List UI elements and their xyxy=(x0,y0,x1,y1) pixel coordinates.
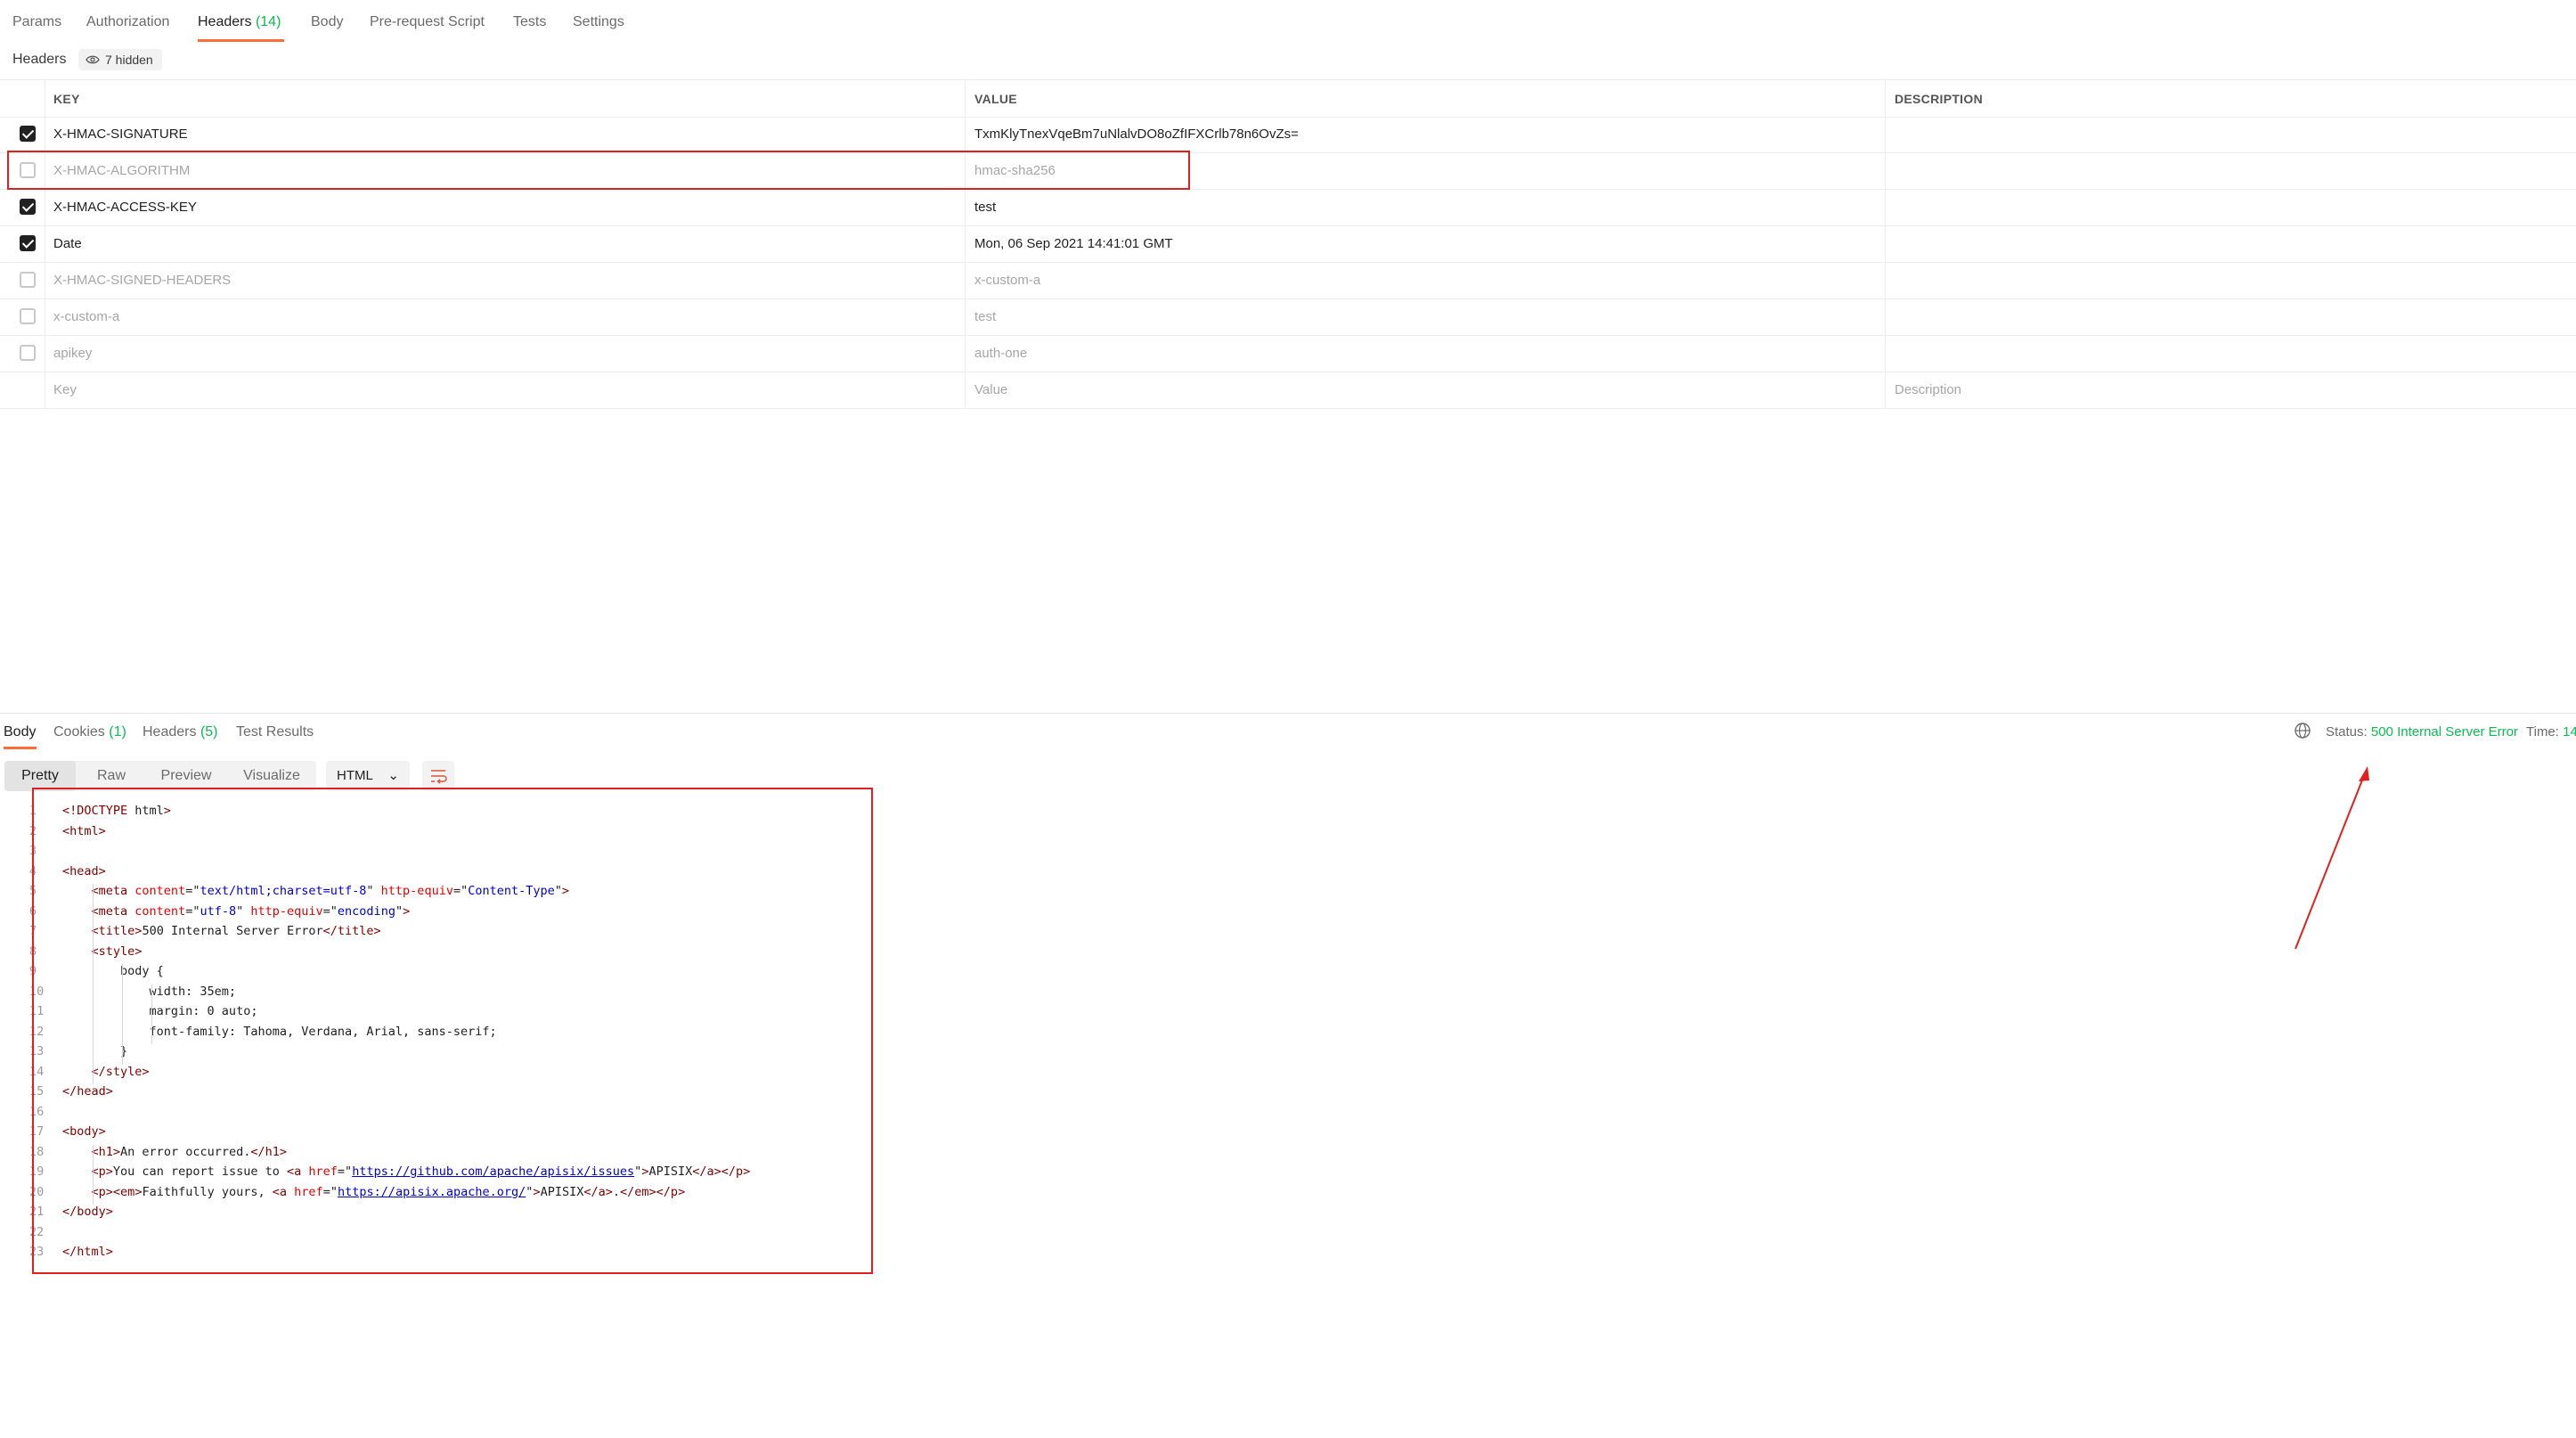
view-mode-preview[interactable]: Preview xyxy=(147,761,225,791)
header-value-cell[interactable]: x-custom-a xyxy=(974,273,1040,288)
tab-label: Pre-request Script xyxy=(370,14,485,29)
header-key-cell[interactable]: X-HMAC-SIGNED-HEADERS xyxy=(53,273,231,288)
headers-section-label: Headers xyxy=(12,52,67,67)
header-value-cell[interactable]: auth-one xyxy=(974,346,1027,361)
tab-count: (1) xyxy=(109,724,126,739)
table-row: apikey auth-one xyxy=(0,335,2576,372)
highlight-box-algorithm-row xyxy=(7,151,1190,190)
table-row: X-HMAC-SIGNED-HEADERS x-custom-a xyxy=(0,262,2576,299)
highlight-box-response-body xyxy=(32,788,873,1274)
response-tab-headers[interactable]: Headers (5) xyxy=(143,724,218,740)
table-row-new: Key Value Description xyxy=(0,372,2576,409)
row-enabled-checkbox[interactable] xyxy=(20,308,36,324)
header-value-cell[interactable]: test xyxy=(974,309,996,324)
column-divider xyxy=(965,79,966,409)
tab-label: Test Results xyxy=(236,724,314,739)
tab-headers[interactable]: Headers (14) xyxy=(198,14,281,30)
tab-body[interactable]: Body xyxy=(311,14,343,30)
row-enabled-checkbox[interactable] xyxy=(20,345,36,361)
tab-label: Body xyxy=(4,724,37,739)
hidden-count-label: 7 hidden xyxy=(105,53,153,67)
time-value[interactable]: 14 xyxy=(2563,724,2576,739)
time-label: Time: xyxy=(2526,724,2559,739)
table-header-row: KEY VALUE DESCRIPTION xyxy=(0,79,2576,118)
table-row: X-HMAC-ACCESS-KEY test xyxy=(0,189,2576,226)
tab-tests[interactable]: Tests xyxy=(513,14,546,30)
wrap-lines-button[interactable] xyxy=(422,761,454,791)
response-status: Status: 500 Internal Server Error xyxy=(2326,724,2518,739)
response-tab-cookies[interactable]: Cookies (1) xyxy=(53,724,126,740)
tab-label: Tests xyxy=(513,14,547,29)
table-row: Date Mon, 06 Sep 2021 14:41:01 GMT xyxy=(0,225,2576,263)
new-value-input[interactable]: Value xyxy=(974,382,1007,397)
header-value-cell[interactable]: TxmKlyTnexVqeBm7uNlalvDO8oZfIFXCrlb78n6O… xyxy=(974,127,1299,142)
row-enabled-checkbox[interactable] xyxy=(20,199,36,215)
view-mode-pretty[interactable]: Pretty xyxy=(4,761,76,791)
tab-count: (14) xyxy=(255,14,281,29)
chevron-down-icon: ⌄ xyxy=(387,768,399,783)
new-key-input[interactable]: Key xyxy=(53,382,77,397)
response-tab-test-results[interactable]: Test Results xyxy=(236,724,314,740)
wrap-lines-icon xyxy=(431,770,447,784)
view-mode-raw[interactable]: Raw xyxy=(77,761,145,791)
column-header-value: VALUE xyxy=(974,92,1017,106)
column-header-key: KEY xyxy=(53,92,80,106)
tab-authorization[interactable]: Authorization xyxy=(86,14,169,30)
row-enabled-checkbox[interactable] xyxy=(20,235,36,251)
row-enabled-checkbox[interactable] xyxy=(20,272,36,288)
view-mode-visualize[interactable]: Visualize xyxy=(227,761,316,791)
status-label: Status: xyxy=(2326,724,2368,739)
tab-label: Authorization xyxy=(86,14,170,29)
header-key-cell[interactable]: Date xyxy=(53,236,82,251)
active-tab-indicator xyxy=(198,39,284,42)
request-tabs: Params Authorization Headers (14) Body P… xyxy=(0,0,2576,45)
column-divider xyxy=(1885,79,1886,409)
row-enabled-checkbox[interactable] xyxy=(20,126,36,142)
header-key-cell[interactable]: apikey xyxy=(53,346,92,361)
new-description-input[interactable]: Description xyxy=(1895,382,1961,397)
tab-label: Params xyxy=(12,14,62,29)
view-mode-segmented-control: Pretty Raw Preview Visualize xyxy=(4,761,316,791)
active-response-tab-indicator xyxy=(4,747,37,749)
response-tab-body[interactable]: Body xyxy=(4,724,36,740)
language-select[interactable]: HTML ⌄ xyxy=(326,761,410,791)
tab-settings[interactable]: Settings xyxy=(573,14,624,30)
tab-label: Cookies xyxy=(53,724,105,739)
column-header-description: DESCRIPTION xyxy=(1895,92,1983,106)
header-key-cell[interactable]: x-custom-a xyxy=(53,309,119,324)
language-select-value: HTML xyxy=(337,768,373,783)
header-value-cell[interactable]: Mon, 06 Sep 2021 14:41:01 GMT xyxy=(974,236,1173,251)
header-value-cell[interactable]: test xyxy=(974,200,996,215)
table-row: x-custom-a test xyxy=(0,298,2576,336)
status-value[interactable]: 500 Internal Server Error xyxy=(2371,724,2518,739)
header-key-cell[interactable]: X-HMAC-ACCESS-KEY xyxy=(53,200,197,215)
hidden-headers-toggle[interactable]: 7 hidden xyxy=(78,49,162,70)
eye-off-icon xyxy=(86,55,100,64)
annotation-arrow xyxy=(2295,766,2369,950)
table-row: X-HMAC-SIGNATURE TxmKlyTnexVqeBm7uNlalvD… xyxy=(0,116,2576,153)
globe-icon[interactable] xyxy=(2294,722,2311,739)
tab-params[interactable]: Params xyxy=(12,14,61,30)
tab-label: Body xyxy=(311,14,344,29)
response-time: Time: 14 xyxy=(2526,724,2576,739)
tab-pre-request-script[interactable]: Pre-request Script xyxy=(370,14,485,30)
header-key-cell[interactable]: X-HMAC-SIGNATURE xyxy=(53,127,188,142)
tab-count: (5) xyxy=(200,724,218,739)
tab-label: Headers xyxy=(198,14,252,29)
response-divider[interactable] xyxy=(0,713,2576,714)
tab-label: Settings xyxy=(573,14,624,29)
tab-label: Headers xyxy=(143,724,197,739)
